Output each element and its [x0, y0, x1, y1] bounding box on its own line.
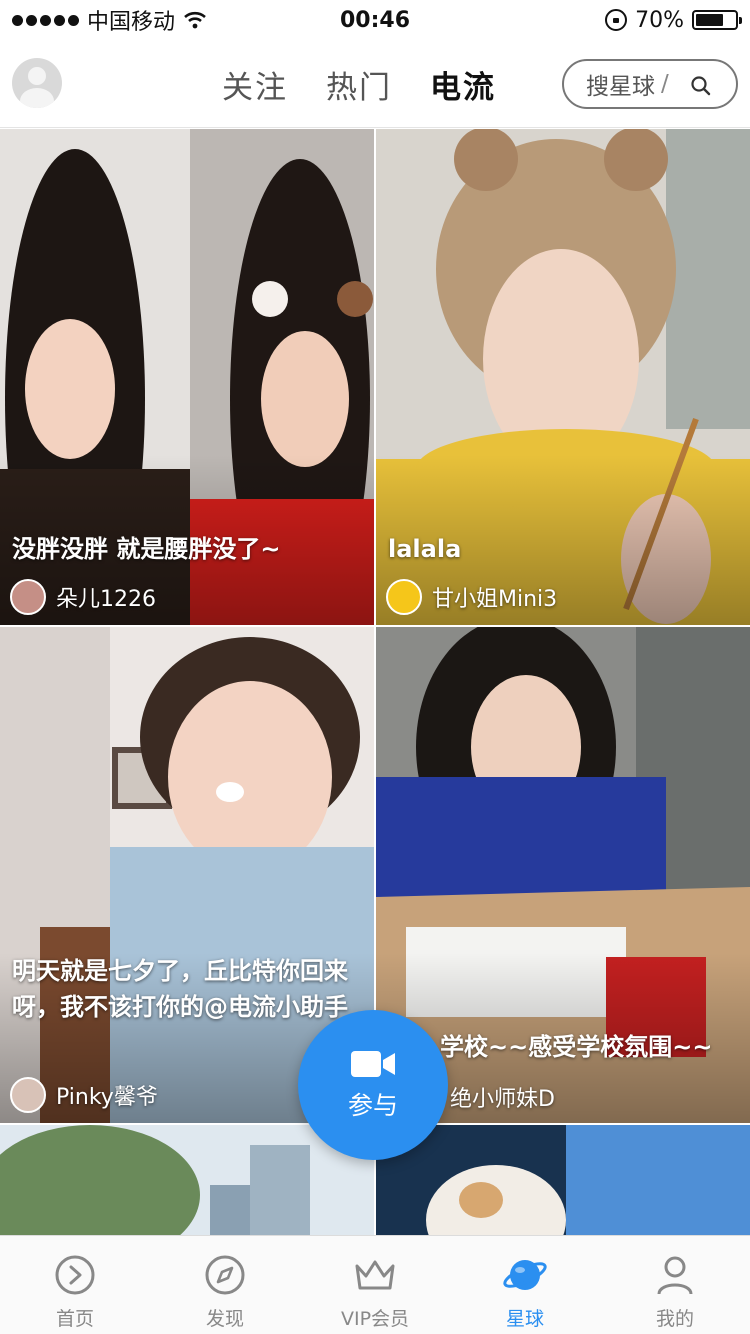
participate-button[interactable]: 参与	[298, 1010, 448, 1160]
video-title: 没胖没胖 就是腰胖没了~	[12, 535, 281, 563]
video-author[interactable]: Pinky馨爷	[10, 1077, 158, 1113]
carrier-name: 中国移动	[87, 10, 176, 35]
video-thumbnail	[376, 1125, 750, 1235]
tabbar-item-vip[interactable]: VIP会员	[300, 1236, 450, 1334]
video-card[interactable]: 没胖没胖 就是腰胖没了~ 朵儿1226	[0, 129, 374, 625]
author-avatar	[10, 1077, 46, 1113]
signal-strength-icon	[12, 14, 79, 26]
author-avatar	[10, 579, 46, 615]
author-avatar	[386, 579, 422, 615]
compass-icon	[205, 1255, 245, 1295]
search-icon	[691, 76, 711, 96]
tabbar-item-discover[interactable]: 发现	[150, 1236, 300, 1334]
video-thumbnail	[0, 1125, 374, 1235]
video-title: lalala	[388, 535, 462, 563]
video-card[interactable]: lalala 甘小姐Mini3	[376, 129, 750, 625]
crown-icon	[355, 1260, 395, 1290]
play-circle-icon	[55, 1255, 95, 1295]
participate-label: 参与	[347, 1091, 398, 1120]
video-camera-icon	[351, 1051, 395, 1077]
video-author[interactable]: 绝小师妹D	[450, 1081, 555, 1113]
battery-level	[696, 14, 723, 26]
search-separator: /	[661, 71, 669, 97]
author-name: 朵儿1226	[56, 587, 156, 612]
video-title: 明天就是七夕了，丘比特你回来呀，我不该打你的@电流小助手	[12, 957, 348, 1021]
tabbar-item-planet[interactable]: 星球	[450, 1236, 600, 1334]
battery-icon	[692, 10, 742, 30]
status-bar: 中国移动 00:46 70%	[0, 0, 750, 40]
user-avatar[interactable]	[12, 58, 62, 108]
tabbar-label: 我的	[655, 1308, 694, 1330]
tabbar-item-me[interactable]: 我的	[600, 1236, 750, 1334]
video-author[interactable]: 朵儿1226	[10, 579, 156, 615]
tabbar-label: 星球	[505, 1308, 544, 1330]
status-right: 70%	[605, 7, 742, 33]
author-name: Pinky馨爷	[56, 1085, 158, 1110]
tab-follow[interactable]: 关注	[222, 62, 288, 107]
planet-icon	[503, 1260, 547, 1290]
author-name: 甘小姐Mini3	[432, 587, 558, 612]
tabbar-label: VIP会员	[340, 1308, 410, 1330]
tab-hot[interactable]: 热门	[326, 62, 392, 107]
search-button[interactable]: 搜星球 /	[562, 59, 738, 109]
tab-current[interactable]: 电流	[430, 62, 496, 107]
wifi-icon	[184, 11, 206, 29]
video-card[interactable]	[0, 1125, 374, 1235]
tabbar-label: 发现	[205, 1308, 244, 1330]
video-card[interactable]	[376, 1125, 750, 1235]
video-title: 学校~~感受学校氛围~~	[440, 1033, 713, 1061]
top-nav: 关注 热门 电流 搜星球 /	[0, 40, 750, 128]
search-label: 搜星球	[586, 74, 655, 100]
rotation-lock-icon	[605, 9, 628, 31]
bottom-tab-bar: 首页 发现 VIP会员 星球 我的	[0, 1235, 750, 1334]
author-name: 绝小师妹D	[450, 1087, 555, 1112]
battery-percent: 70%	[635, 7, 684, 33]
person-icon	[657, 1256, 693, 1295]
video-author[interactable]: 甘小姐Mini3	[386, 579, 557, 615]
tabbar-item-home[interactable]: 首页	[0, 1236, 150, 1334]
tabbar-label: 首页	[55, 1308, 94, 1330]
feed-tabs: 关注 热门 电流	[222, 62, 496, 107]
status-left: 中国移动	[12, 4, 207, 36]
